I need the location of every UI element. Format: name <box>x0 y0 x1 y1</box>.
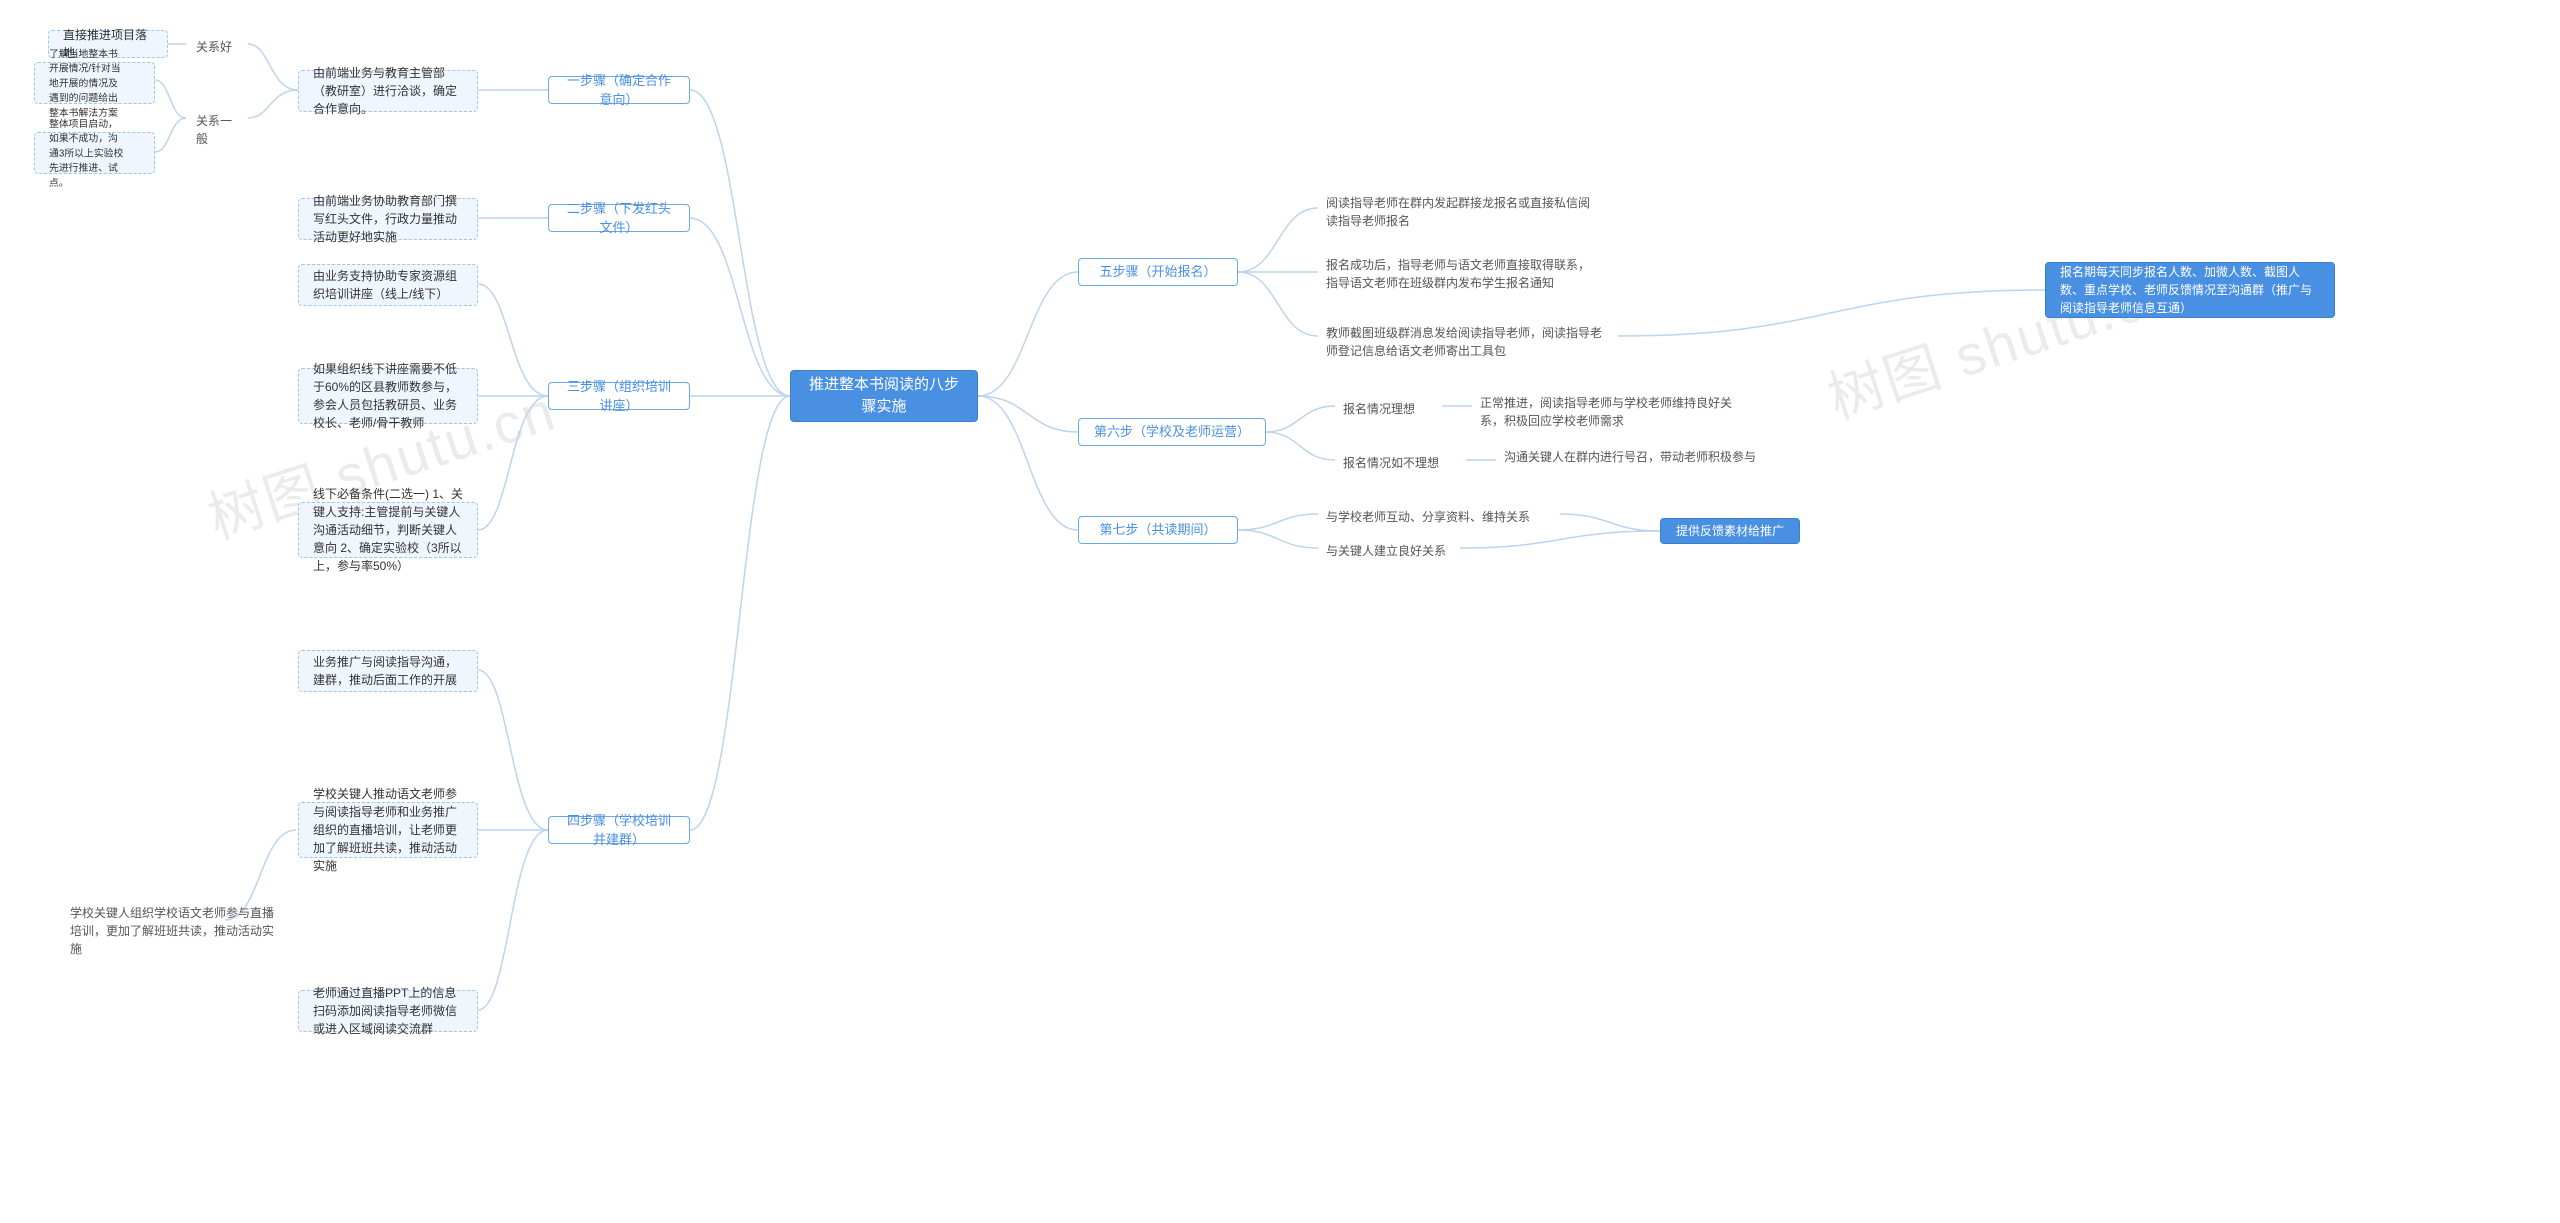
step1-normal: 关系一般 <box>188 108 246 152</box>
step1-normal-d2: 整体项目启动，如果不成功，沟通3所以上实验校先进行推进、试点。 <box>34 132 155 174</box>
step6-bad-d: 沟通关键人在群内进行号召，带动老师积极参与 <box>1496 444 1786 470</box>
step4-d3: 老师通过直播PPT上的信息扫码添加阅读指导老师微信或进入区域阅读交流群 <box>298 990 478 1032</box>
step3-d1: 由业务支持协助专家资源组织培训讲座（线上/线下） <box>298 264 478 306</box>
center-title: 推进整本书阅读的八步骤实施 <box>790 370 978 422</box>
step4-label: 四步骤（学校培训并建群） <box>548 816 690 844</box>
step5-d3: 教师截图班级群消息发给阅读指导老师，阅读指导老师登记信息给语文老师寄出工具包 <box>1318 320 1618 364</box>
step7-label: 第七步（共读期间） <box>1078 516 1238 544</box>
step3-label: 三步骤（组织培训讲座） <box>548 382 690 410</box>
step5-d3-ext: 报名期每天同步报名人数、加微人数、截图人数、重点学校、老师反馈情况至沟通群（推广… <box>2045 262 2335 318</box>
step5-d1: 阅读指导老师在群内发起群接龙报名或直接私信阅读指导老师报名 <box>1318 190 1608 234</box>
step7-d2: 与关键人建立良好关系 <box>1318 538 1478 564</box>
step1-normal-d1: 了解当地整本书开展情况/针对当地开展的情况及遇到的问题给出整本书解法方案 <box>34 62 155 104</box>
step5-label: 五步骤（开始报名） <box>1078 258 1238 286</box>
step6-label: 第六步（学校及老师运营） <box>1078 418 1266 446</box>
step5-d2: 报名成功后，指导老师与语文老师直接取得联系，指导语文老师在班级群内发布学生报名通… <box>1318 252 1608 296</box>
step4-d1: 业务推广与阅读指导沟通，建群，推动后面工作的开展 <box>298 650 478 692</box>
step1-label: 一步骤（确定合作意向） <box>548 76 690 104</box>
connectors <box>0 0 2560 1223</box>
step7-ext: 提供反馈素材给推广 <box>1660 518 1800 544</box>
step7-d1: 与学校老师互动、分享资料、维持关系 <box>1318 504 1558 530</box>
step1-main: 由前端业务与教育主管部（教研室）进行洽谈，确定合作意向。 <box>298 70 478 112</box>
step6-bad: 报名情况如不理想 <box>1335 450 1465 476</box>
step4-d2: 学校关键人推动语文老师参与阅读指导老师和业务推广组织的直播培训，让老师更加了解班… <box>298 802 478 858</box>
step2-main: 由前端业务协助教育部门撰写红头文件，行政力量推动活动更好地实施 <box>298 198 478 240</box>
step6-good-d: 正常推进，阅读指导老师与学校老师维持良好关系，积极回应学校老师需求 <box>1472 390 1762 434</box>
step4-d2-sub: 学校关键人组织学校语文老师参与直播培训，更加了解班班共读，推动活动实施 <box>62 900 292 962</box>
step3-d3: 线下必备条件(二选一) 1、关键人支持:主管提前与关键人沟通活动细节，判断关键人… <box>298 502 478 558</box>
step2-label: 二步骤（下发红头文件） <box>548 204 690 232</box>
step1-good: 关系好 <box>188 34 246 60</box>
step6-good: 报名情况理想 <box>1335 396 1439 422</box>
step3-d2: 如果组织线下讲座需要不低于60%的区县教师数参与，参会人员包括教研员、业务校长、… <box>298 368 478 424</box>
